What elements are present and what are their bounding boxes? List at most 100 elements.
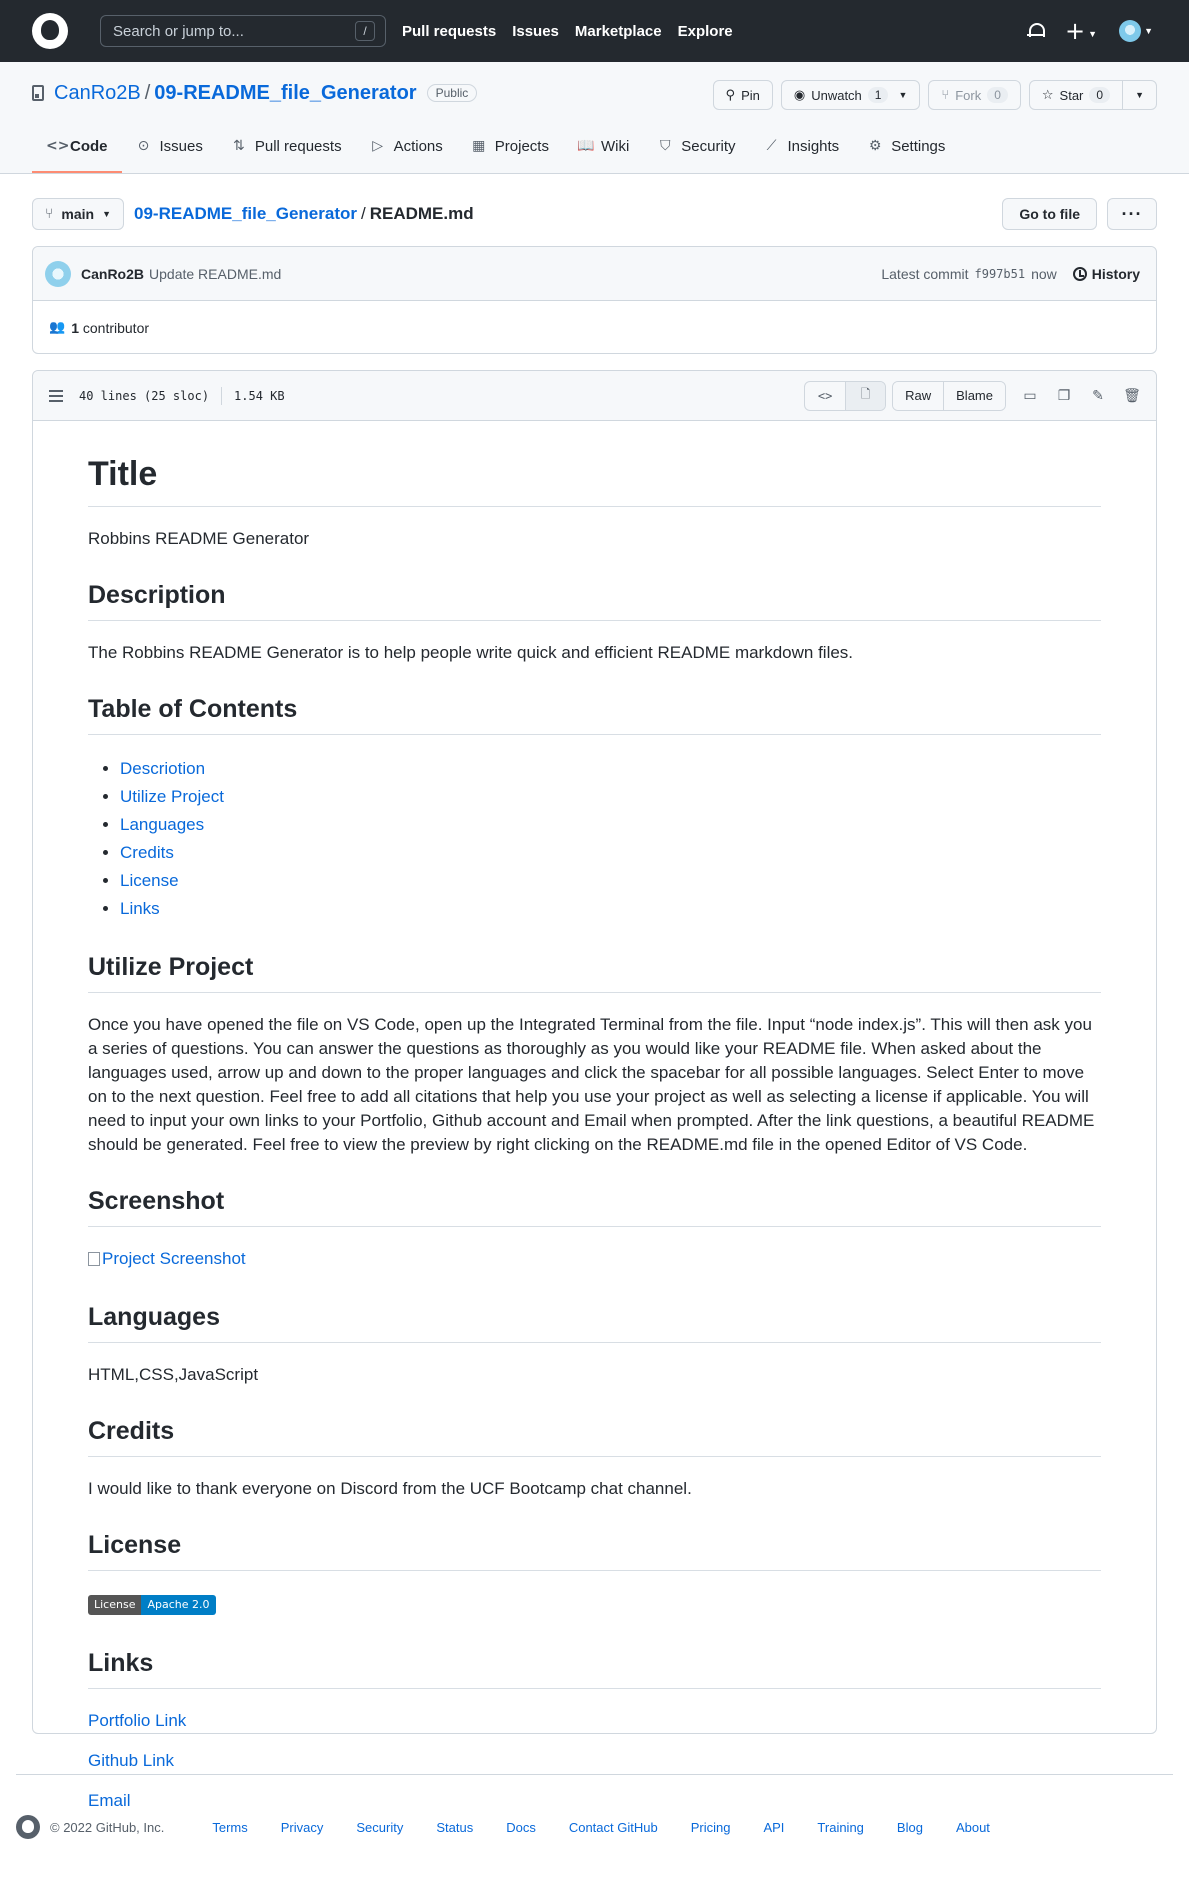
create-new-button[interactable]: + ▼ — [1065, 19, 1097, 44]
file-action-icons: ▭ ❐ ✎ 🗑 — [1022, 388, 1141, 404]
star-button[interactable]: ☆ Star 0 ▼ — [1028, 80, 1157, 110]
nav-pull-requests[interactable]: Pull requests — [402, 23, 496, 40]
github-link[interactable]: Github Link — [88, 1751, 174, 1770]
search-input[interactable]: Search or jump to... / — [100, 15, 386, 47]
tab-insights[interactable]: ⟋ Insights — [749, 121, 853, 173]
footer-link-terms[interactable]: Terms — [212, 1820, 247, 1835]
footer-link-security[interactable]: Security — [356, 1820, 403, 1835]
tab-projects[interactable]: ▦ Projects — [457, 121, 563, 173]
footer-link-privacy[interactable]: Privacy — [281, 1820, 324, 1835]
portfolio-link[interactable]: Portfolio Link — [88, 1711, 186, 1730]
go-to-file-button[interactable]: Go to file — [1002, 198, 1097, 230]
book-icon: 📖 — [576, 138, 595, 154]
fork-button[interactable]: ⑂ Fork 0 — [928, 80, 1021, 110]
tab-settings[interactable]: ⚙ Settings — [853, 121, 959, 173]
breadcrumb-repo-link[interactable]: 09-README_file_Generator — [134, 204, 357, 223]
footer-row: © 2022 GitHub, Inc. Terms Privacy Securi… — [16, 1815, 1173, 1839]
toc-link[interactable]: Utilize Project — [120, 787, 224, 806]
list-item: Languages — [120, 811, 1101, 839]
desktop-icon[interactable]: ▭ — [1022, 388, 1038, 404]
blame-button[interactable]: Blame — [943, 381, 1005, 410]
pin-label: Pin — [741, 87, 760, 103]
code-view-icon[interactable]: <> — [805, 382, 845, 410]
readme-title-text: Robbins README Generator — [88, 529, 310, 548]
contributor-label: contributor — [82, 319, 150, 336]
license-badge[interactable]: License Apache 2.0 — [88, 1595, 216, 1615]
outline-list-icon[interactable] — [49, 387, 63, 405]
commit-author-link[interactable]: CanRo2B — [81, 266, 144, 282]
footer-link-blog[interactable]: Blog — [897, 1820, 923, 1835]
tab-actions[interactable]: ▷ Actions — [356, 121, 457, 173]
commit-sha-link[interactable]: f997b51 — [975, 267, 1026, 281]
project-screenshot-image[interactable]: Project Screenshot — [88, 1247, 246, 1271]
nav-marketplace[interactable]: Marketplace — [575, 23, 662, 40]
notifications-bell-icon[interactable] — [1027, 22, 1046, 40]
description-text: The Robbins README Generator is to help … — [88, 643, 854, 662]
description-heading: Description — [88, 581, 1101, 621]
github-logo-icon[interactable] — [32, 13, 68, 49]
tab-security[interactable]: ⛉ Security — [643, 121, 749, 173]
repo-owner-link[interactable]: CanRo2B — [54, 82, 141, 105]
user-menu-button[interactable]: ▼ — [1119, 20, 1153, 42]
global-nav: Pull requests Issues Marketplace Explore — [402, 23, 749, 40]
fork-label: Fork — [955, 87, 982, 103]
commit-message-link[interactable]: Update README.md — [149, 266, 281, 282]
toc-list: Descriotion Utilize Project Languages Cr… — [88, 755, 1101, 923]
caret-down-icon: ▼ — [1144, 26, 1153, 36]
footer-link-pricing[interactable]: Pricing — [691, 1820, 731, 1835]
list-item: Descriotion — [120, 755, 1101, 783]
file-tools: <> 🗋 Raw Blame ▭ ❐ ✎ 🗑 — [804, 380, 1141, 411]
footer-link-about[interactable]: About — [956, 1820, 990, 1835]
contributors-row: 👥 1 contributor — [33, 301, 1156, 354]
file-size: 1.54 KB — [234, 388, 285, 403]
tab-wiki[interactable]: 📖 Wiki — [563, 121, 643, 173]
footer-link-training[interactable]: Training — [817, 1820, 863, 1835]
history-label: History — [1091, 265, 1140, 282]
repo-header: CanRo2B / 09-README_file_Generator Publi… — [0, 62, 1189, 174]
pin-button[interactable]: ⚲ Pin — [712, 80, 773, 110]
branch-name: main — [61, 206, 95, 222]
copy-icon[interactable]: ❐ — [1056, 388, 1072, 404]
footer-link-api[interactable]: API — [763, 1820, 784, 1835]
tab-pull-requests[interactable]: ⇅ Pull requests — [217, 121, 356, 173]
trash-icon[interactable]: 🗑 — [1123, 388, 1141, 404]
search-placeholder: Search or jump to... — [113, 22, 244, 40]
tab-code[interactable]: <> Code — [32, 121, 122, 173]
nav-explore[interactable]: Explore — [678, 23, 733, 40]
github-logo-icon[interactable] — [16, 1815, 40, 1839]
fork-count: 0 — [987, 87, 1008, 103]
toc-link[interactable]: License — [120, 871, 179, 890]
star-list-dropdown[interactable]: ▼ — [1122, 81, 1156, 109]
history-link[interactable]: History — [1072, 265, 1140, 282]
footer-link-contact[interactable]: Contact GitHub — [569, 1820, 658, 1835]
star-icon: ☆ — [1041, 87, 1054, 103]
avatar[interactable] — [45, 260, 71, 287]
list-item: License — [120, 867, 1101, 895]
avatar — [1119, 20, 1142, 42]
footer-link-status[interactable]: Status — [436, 1820, 473, 1835]
more-options-button[interactable]: ··· — [1107, 198, 1157, 230]
footer-link-docs[interactable]: Docs — [506, 1820, 536, 1835]
toc-link[interactable]: Credits — [120, 843, 174, 862]
toc-link[interactable]: Descriotion — [120, 759, 205, 778]
file-header: 40 lines (25 sloc) 1.54 KB <> 🗋 Raw Blam… — [33, 371, 1156, 421]
nav-issues[interactable]: Issues — [512, 23, 559, 40]
global-header: Search or jump to... / Pull requests Iss… — [0, 0, 1189, 62]
play-icon: ▷ — [372, 138, 383, 154]
tab-issues[interactable]: ⊙ Issues — [122, 121, 217, 173]
contributor-count: 1 — [71, 319, 79, 336]
branch-selector-button[interactable]: ⑂ main ▼ — [32, 198, 125, 230]
unwatch-button[interactable]: ◉ Unwatch 1 ▼ — [780, 80, 921, 110]
toc-link[interactable]: Links — [120, 899, 160, 918]
graph-icon: ⟋ — [766, 138, 777, 154]
file-preview-icon[interactable]: 🗋 — [845, 381, 886, 410]
license-heading: License — [88, 1531, 1101, 1571]
raw-button[interactable]: Raw — [893, 381, 944, 410]
commit-time: now — [1031, 265, 1057, 282]
list-item: Links — [120, 895, 1101, 923]
repo-name-link[interactable]: 09-README_file_Generator — [154, 82, 416, 105]
contributors-link[interactable]: 1 contributor — [71, 320, 149, 336]
pencil-icon[interactable]: ✎ — [1090, 388, 1106, 404]
breadcrumb: 09-README_file_Generator / README.md — [134, 204, 474, 224]
toc-link[interactable]: Languages — [120, 815, 204, 834]
